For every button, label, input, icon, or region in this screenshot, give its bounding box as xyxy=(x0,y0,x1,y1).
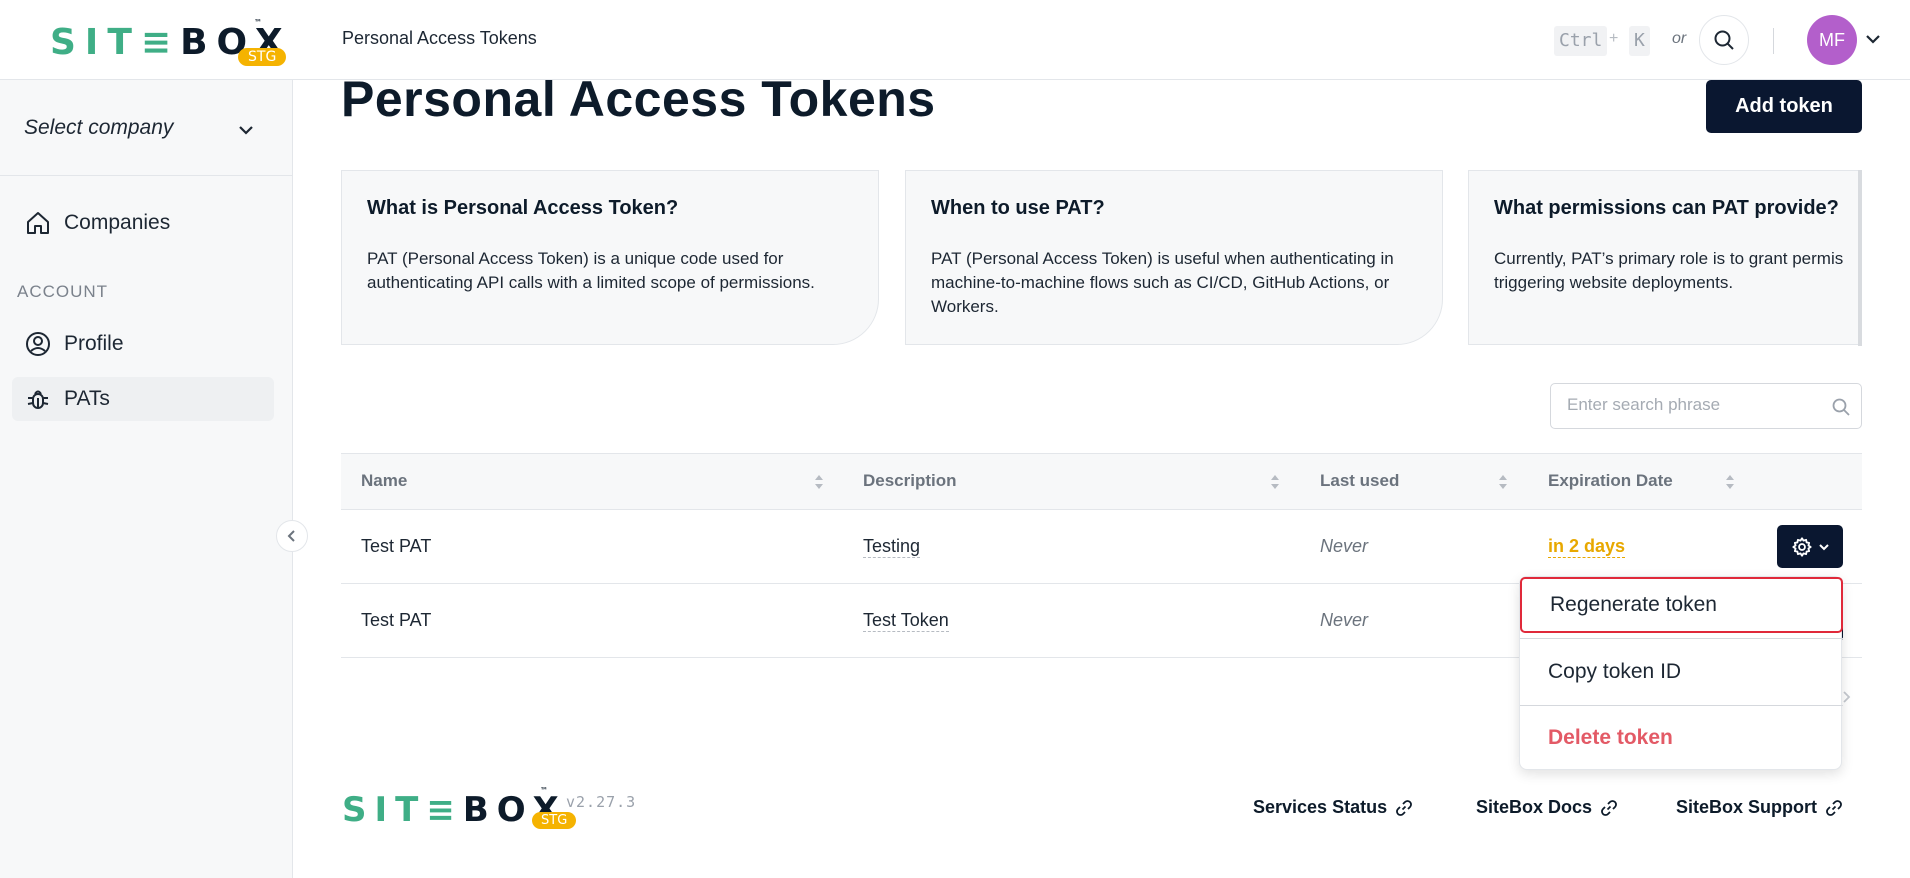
gear-icon xyxy=(1791,536,1812,557)
user-circle-icon xyxy=(24,330,52,358)
sitebox-logo[interactable]: SIT ≡ BOX ™ STG xyxy=(50,18,292,66)
env-badge: STG xyxy=(238,48,287,66)
home-icon xyxy=(24,209,52,237)
env-badge: STG xyxy=(532,812,577,829)
table-row: Test PAT Testing Never in 2 days xyxy=(341,510,1862,584)
footer-link-label: Services Status xyxy=(1253,797,1388,817)
cell-expiration: in 2 days xyxy=(1548,536,1626,558)
sidebar-section-account: ACCOUNT xyxy=(17,282,109,301)
kbd-k: K xyxy=(1629,26,1650,56)
cell-name: Test PAT xyxy=(361,610,432,630)
scroll-fade xyxy=(1858,170,1862,346)
logo-e-glyph: ≡ xyxy=(426,790,463,830)
search-input[interactable] xyxy=(1567,395,1817,415)
chevron-down-icon[interactable] xyxy=(1864,30,1882,48)
top-header: SIT ≡ BOX ™ STG Personal Access Tokens Ctr… xyxy=(0,0,1910,80)
user-avatar[interactable]: MF xyxy=(1807,15,1857,65)
sidebar-item-profile[interactable]: Profile xyxy=(12,322,274,366)
company-select[interactable]: Select company xyxy=(0,80,292,176)
logo-trademark: ™ xyxy=(540,786,548,795)
app-version: v2.27.3 xyxy=(566,793,637,811)
copy-token-id-menu-item[interactable]: Copy token ID xyxy=(1520,639,1843,705)
info-card-title: What permissions can PAT provide? xyxy=(1494,197,1839,219)
kbd-ctrl: Ctrl xyxy=(1554,26,1608,56)
search-icon xyxy=(1832,398,1850,416)
sidebar-collapse-button[interactable] xyxy=(276,520,308,552)
info-card: What is Personal Access Token? PAT (Pers… xyxy=(341,170,879,345)
header-title: Personal Access Tokens xyxy=(342,28,537,48)
cell-last-used: Never xyxy=(1320,536,1369,556)
link-icon xyxy=(1396,799,1412,816)
info-card-body: PAT (Personal Access Token) is useful wh… xyxy=(931,249,1394,316)
search-icon xyxy=(1714,30,1734,50)
sort-icon[interactable] xyxy=(1270,474,1280,490)
sort-icon[interactable] xyxy=(1498,474,1508,490)
sort-icon[interactable] xyxy=(1725,474,1735,490)
sidebar-item-companies[interactable]: Companies xyxy=(12,201,274,245)
sitebox-support-link[interactable]: SiteBox Support xyxy=(1676,797,1843,818)
info-card-body: Currently, PAT’s primary role is to gran… xyxy=(1494,249,1844,292)
table-header: Name Description Last used Expiration Da… xyxy=(341,453,1862,510)
logo-trademark: ™ xyxy=(254,18,262,27)
sidebar-item-label: Profile xyxy=(64,332,124,355)
bug-icon xyxy=(24,385,52,413)
column-header-name[interactable]: Name xyxy=(361,471,407,491)
sidebar-item-label: PATs xyxy=(64,387,110,410)
column-header-description[interactable]: Description xyxy=(863,471,957,491)
company-select-value: Select company xyxy=(24,116,174,139)
cell-last-used: Never xyxy=(1320,610,1369,630)
sort-icon[interactable] xyxy=(814,474,824,490)
sidebar: Select company Companies ACCOUNT Profile… xyxy=(0,80,293,878)
chevron-down-icon xyxy=(239,126,253,135)
info-card-title: What is Personal Access Token? xyxy=(367,197,679,219)
delete-token-menu-item[interactable]: Delete token xyxy=(1520,705,1843,771)
header-divider xyxy=(1773,28,1774,54)
info-cards: What is Personal Access Token? PAT (Pers… xyxy=(341,170,1862,346)
column-header-expiration-date[interactable]: Expiration Date xyxy=(1548,471,1673,491)
footer-link-label: SiteBox Docs xyxy=(1476,797,1593,817)
cell-description: Test Token xyxy=(863,610,949,632)
search-field[interactable] xyxy=(1550,383,1862,429)
footer-sitebox-logo: SIT ≡ BOX ™ STG xyxy=(342,786,577,830)
chevron-left-icon xyxy=(287,530,295,542)
logo-text-left: SIT xyxy=(342,790,427,830)
info-card: What permissions can PAT provide? Curren… xyxy=(1468,170,1862,345)
cell-name: Test PAT xyxy=(361,536,432,556)
info-card-title: When to use PAT? xyxy=(931,197,1105,219)
row-actions-button[interactable] xyxy=(1777,525,1843,568)
link-icon xyxy=(1601,799,1617,816)
global-search-button[interactable] xyxy=(1699,15,1749,65)
add-token-button[interactable]: Add token xyxy=(1706,80,1862,133)
row-actions-menu: Regenerate token Copy token ID Delete to… xyxy=(1519,576,1843,771)
regenerate-token-menu-item[interactable]: Regenerate token xyxy=(1520,577,1843,633)
kbd-plus: + xyxy=(1609,30,1619,47)
services-status-link[interactable]: Services Status xyxy=(1253,797,1413,818)
column-header-last-used[interactable]: Last used xyxy=(1320,471,1399,491)
footer-link-label: SiteBox Support xyxy=(1676,797,1818,817)
logo-text-left: SIT xyxy=(50,22,141,63)
sitebox-docs-link[interactable]: SiteBox Docs xyxy=(1476,797,1618,818)
info-card: When to use PAT? PAT (Personal Access To… xyxy=(905,170,1443,345)
kbd-or: or xyxy=(1672,30,1687,47)
sidebar-item-label: Companies xyxy=(64,211,171,234)
chevron-down-icon xyxy=(1818,543,1829,550)
logo-e-glyph: ≡ xyxy=(140,22,181,63)
link-icon xyxy=(1826,799,1842,816)
sidebar-item-pats[interactable]: PATs xyxy=(12,377,274,421)
info-card-body: PAT (Personal Access Token) is a unique … xyxy=(367,249,815,292)
cell-description: Testing xyxy=(863,536,921,558)
